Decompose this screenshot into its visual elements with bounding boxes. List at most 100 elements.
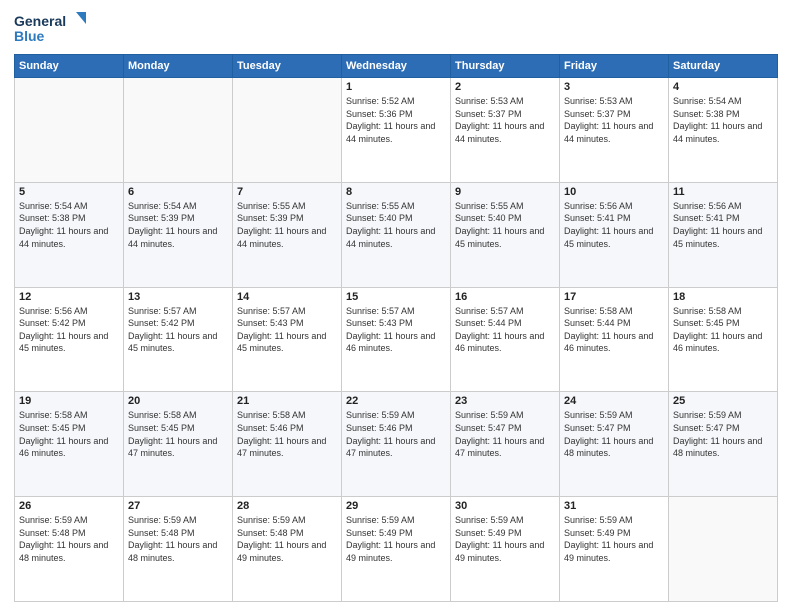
- day-number: 11: [673, 186, 773, 198]
- daylight-label: Daylight: 11 hours and 46 minutes.: [19, 436, 108, 459]
- calendar-cell: 30 Sunrise: 5:59 AM Sunset: 5:49 PM Dayl…: [451, 497, 560, 602]
- day-number: 7: [237, 186, 337, 198]
- sunset-label: Sunset: 5:48 PM: [19, 528, 86, 538]
- sunrise-label: Sunrise: 5:58 AM: [128, 410, 197, 420]
- day-number: 29: [346, 500, 446, 512]
- calendar-cell: [669, 497, 778, 602]
- daylight-label: Daylight: 11 hours and 44 minutes.: [237, 226, 326, 249]
- day-info: Sunrise: 5:53 AM Sunset: 5:37 PM Dayligh…: [564, 95, 664, 145]
- svg-text:Blue: Blue: [14, 28, 45, 44]
- sunrise-label: Sunrise: 5:54 AM: [673, 96, 742, 106]
- daylight-label: Daylight: 11 hours and 45 minutes.: [128, 331, 217, 354]
- calendar-cell: 27 Sunrise: 5:59 AM Sunset: 5:48 PM Dayl…: [124, 497, 233, 602]
- day-info: Sunrise: 5:59 AM Sunset: 5:47 PM Dayligh…: [564, 409, 664, 459]
- sunrise-label: Sunrise: 5:55 AM: [346, 201, 415, 211]
- calendar-cell: [233, 78, 342, 183]
- calendar-cell: [15, 78, 124, 183]
- day-number: 19: [19, 395, 119, 407]
- sunset-label: Sunset: 5:44 PM: [455, 318, 522, 328]
- day-info: Sunrise: 5:59 AM Sunset: 5:48 PM Dayligh…: [128, 514, 228, 564]
- calendar-cell: [124, 78, 233, 183]
- daylight-label: Daylight: 11 hours and 44 minutes.: [128, 226, 217, 249]
- sunset-label: Sunset: 5:46 PM: [237, 423, 304, 433]
- sunrise-label: Sunrise: 5:55 AM: [455, 201, 524, 211]
- day-info: Sunrise: 5:58 AM Sunset: 5:44 PM Dayligh…: [564, 305, 664, 355]
- sunset-label: Sunset: 5:38 PM: [19, 213, 86, 223]
- day-info: Sunrise: 5:57 AM Sunset: 5:43 PM Dayligh…: [346, 305, 446, 355]
- day-info: Sunrise: 5:55 AM Sunset: 5:40 PM Dayligh…: [346, 200, 446, 250]
- sunset-label: Sunset: 5:36 PM: [346, 109, 413, 119]
- day-number: 1: [346, 81, 446, 93]
- day-info: Sunrise: 5:59 AM Sunset: 5:49 PM Dayligh…: [455, 514, 555, 564]
- day-info: Sunrise: 5:59 AM Sunset: 5:49 PM Dayligh…: [346, 514, 446, 564]
- daylight-label: Daylight: 11 hours and 49 minutes.: [237, 540, 326, 563]
- day-number: 16: [455, 291, 555, 303]
- sunset-label: Sunset: 5:40 PM: [455, 213, 522, 223]
- day-number: 23: [455, 395, 555, 407]
- calendar-cell: 1 Sunrise: 5:52 AM Sunset: 5:36 PM Dayli…: [342, 78, 451, 183]
- sunrise-label: Sunrise: 5:57 AM: [455, 306, 524, 316]
- day-number: 31: [564, 500, 664, 512]
- day-info: Sunrise: 5:59 AM Sunset: 5:47 PM Dayligh…: [455, 409, 555, 459]
- sunrise-label: Sunrise: 5:52 AM: [346, 96, 415, 106]
- calendar-cell: 28 Sunrise: 5:59 AM Sunset: 5:48 PM Dayl…: [233, 497, 342, 602]
- calendar-cell: 22 Sunrise: 5:59 AM Sunset: 5:46 PM Dayl…: [342, 392, 451, 497]
- day-number: 28: [237, 500, 337, 512]
- calendar-cell: 31 Sunrise: 5:59 AM Sunset: 5:49 PM Dayl…: [560, 497, 669, 602]
- sunset-label: Sunset: 5:45 PM: [673, 318, 740, 328]
- day-info: Sunrise: 5:58 AM Sunset: 5:45 PM Dayligh…: [128, 409, 228, 459]
- calendar-cell: 12 Sunrise: 5:56 AM Sunset: 5:42 PM Dayl…: [15, 287, 124, 392]
- calendar-cell: 14 Sunrise: 5:57 AM Sunset: 5:43 PM Dayl…: [233, 287, 342, 392]
- calendar-cell: 20 Sunrise: 5:58 AM Sunset: 5:45 PM Dayl…: [124, 392, 233, 497]
- sunrise-label: Sunrise: 5:58 AM: [564, 306, 633, 316]
- daylight-label: Daylight: 11 hours and 45 minutes.: [237, 331, 326, 354]
- day-info: Sunrise: 5:57 AM Sunset: 5:44 PM Dayligh…: [455, 305, 555, 355]
- day-info: Sunrise: 5:52 AM Sunset: 5:36 PM Dayligh…: [346, 95, 446, 145]
- week-row-1: 1 Sunrise: 5:52 AM Sunset: 5:36 PM Dayli…: [15, 78, 778, 183]
- daylight-label: Daylight: 11 hours and 44 minutes.: [19, 226, 108, 249]
- col-header-tuesday: Tuesday: [233, 55, 342, 78]
- sunrise-label: Sunrise: 5:53 AM: [455, 96, 524, 106]
- calendar-cell: 25 Sunrise: 5:59 AM Sunset: 5:47 PM Dayl…: [669, 392, 778, 497]
- day-number: 10: [564, 186, 664, 198]
- sunrise-label: Sunrise: 5:59 AM: [19, 515, 88, 525]
- day-info: Sunrise: 5:53 AM Sunset: 5:37 PM Dayligh…: [455, 95, 555, 145]
- daylight-label: Daylight: 11 hours and 48 minutes.: [564, 436, 653, 459]
- sunrise-label: Sunrise: 5:55 AM: [237, 201, 306, 211]
- calendar-cell: 19 Sunrise: 5:58 AM Sunset: 5:45 PM Dayl…: [15, 392, 124, 497]
- sunset-label: Sunset: 5:49 PM: [564, 528, 631, 538]
- day-info: Sunrise: 5:56 AM Sunset: 5:41 PM Dayligh…: [673, 200, 773, 250]
- calendar-cell: 23 Sunrise: 5:59 AM Sunset: 5:47 PM Dayl…: [451, 392, 560, 497]
- day-info: Sunrise: 5:57 AM Sunset: 5:43 PM Dayligh…: [237, 305, 337, 355]
- sunset-label: Sunset: 5:45 PM: [128, 423, 195, 433]
- daylight-label: Daylight: 11 hours and 49 minutes.: [455, 540, 544, 563]
- col-header-friday: Friday: [560, 55, 669, 78]
- daylight-label: Daylight: 11 hours and 46 minutes.: [455, 331, 544, 354]
- calendar-cell: 8 Sunrise: 5:55 AM Sunset: 5:40 PM Dayli…: [342, 182, 451, 287]
- daylight-label: Daylight: 11 hours and 45 minutes.: [455, 226, 544, 249]
- calendar-cell: 4 Sunrise: 5:54 AM Sunset: 5:38 PM Dayli…: [669, 78, 778, 183]
- calendar-cell: 11 Sunrise: 5:56 AM Sunset: 5:41 PM Dayl…: [669, 182, 778, 287]
- sunset-label: Sunset: 5:47 PM: [564, 423, 631, 433]
- sunrise-label: Sunrise: 5:54 AM: [19, 201, 88, 211]
- sunrise-label: Sunrise: 5:59 AM: [455, 515, 524, 525]
- col-header-thursday: Thursday: [451, 55, 560, 78]
- calendar-cell: 24 Sunrise: 5:59 AM Sunset: 5:47 PM Dayl…: [560, 392, 669, 497]
- day-number: 20: [128, 395, 228, 407]
- day-info: Sunrise: 5:54 AM Sunset: 5:38 PM Dayligh…: [19, 200, 119, 250]
- daylight-label: Daylight: 11 hours and 46 minutes.: [564, 331, 653, 354]
- daylight-label: Daylight: 11 hours and 45 minutes.: [673, 226, 762, 249]
- day-number: 2: [455, 81, 555, 93]
- page: General Blue SundayMondayTuesdayWednesda…: [0, 0, 792, 612]
- daylight-label: Daylight: 11 hours and 44 minutes.: [346, 226, 435, 249]
- sunset-label: Sunset: 5:41 PM: [673, 213, 740, 223]
- calendar-cell: 29 Sunrise: 5:59 AM Sunset: 5:49 PM Dayl…: [342, 497, 451, 602]
- sunrise-label: Sunrise: 5:59 AM: [564, 515, 633, 525]
- day-number: 25: [673, 395, 773, 407]
- day-number: 21: [237, 395, 337, 407]
- day-info: Sunrise: 5:59 AM Sunset: 5:47 PM Dayligh…: [673, 409, 773, 459]
- calendar-cell: 18 Sunrise: 5:58 AM Sunset: 5:45 PM Dayl…: [669, 287, 778, 392]
- day-number: 5: [19, 186, 119, 198]
- sunrise-label: Sunrise: 5:58 AM: [19, 410, 88, 420]
- sunrise-label: Sunrise: 5:56 AM: [564, 201, 633, 211]
